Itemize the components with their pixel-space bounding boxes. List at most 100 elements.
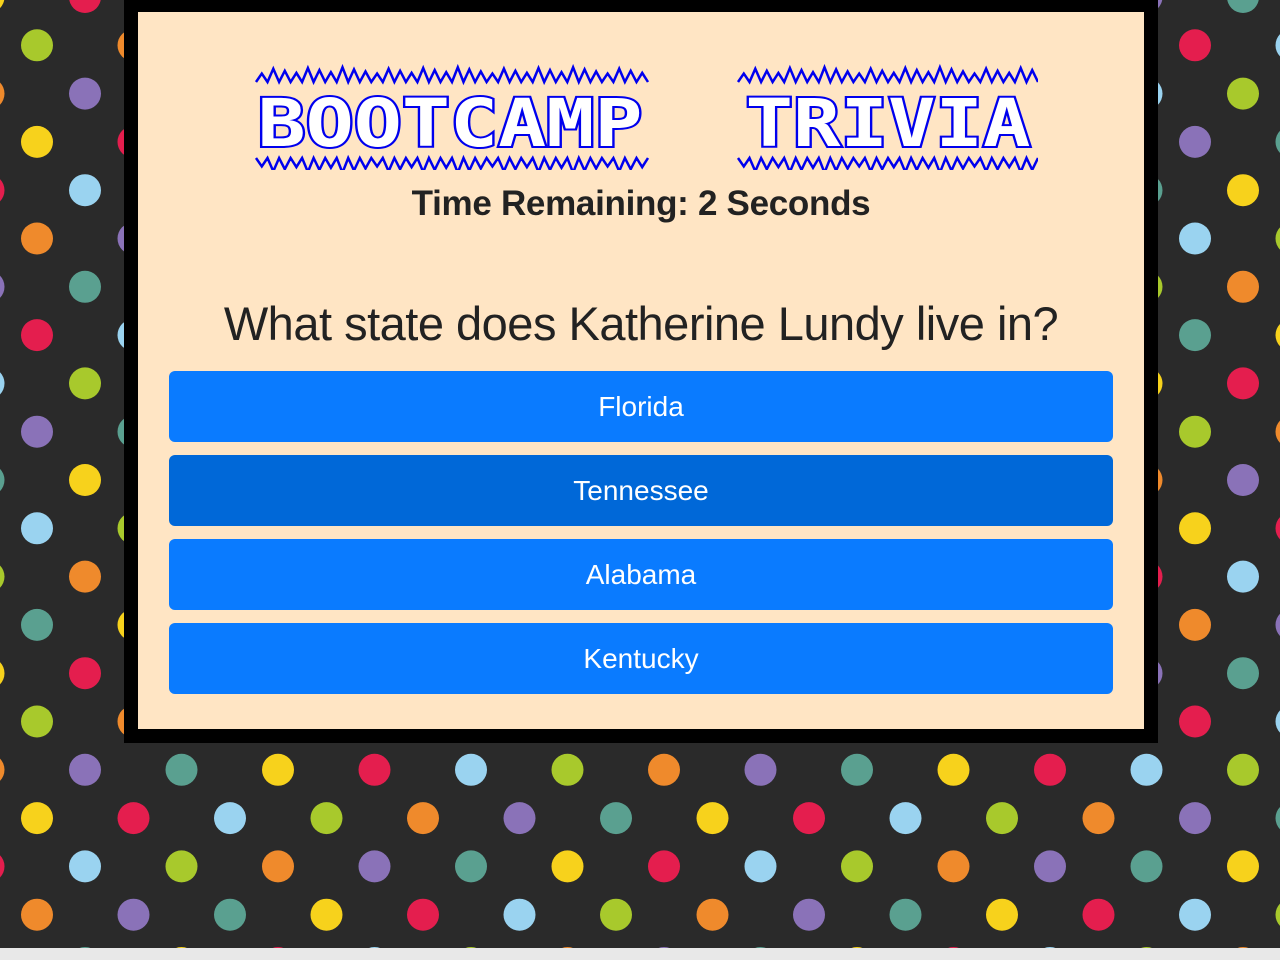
polka-dot <box>986 802 1018 835</box>
polka-dot <box>503 898 536 931</box>
polka-dot <box>0 82 5 105</box>
polka-dot <box>21 415 53 448</box>
polka-dot <box>0 662 5 685</box>
polka-dot <box>21 29 53 62</box>
polka-dot <box>1275 806 1280 830</box>
polka-dot <box>214 898 246 931</box>
polka-dot <box>1227 367 1259 400</box>
polka-dot <box>744 850 777 883</box>
polka-dot <box>889 802 922 835</box>
polka-dot <box>455 753 487 786</box>
polka-dot <box>0 468 5 492</box>
polka-dot <box>1275 420 1280 443</box>
answer-button-alabama[interactable]: Alabama <box>169 539 1113 610</box>
polka-dot <box>21 125 53 158</box>
polka-dot <box>648 753 680 786</box>
logo-word-trivia: TRIVIA <box>746 85 1031 162</box>
polka-dot <box>1034 850 1066 883</box>
polka-dot <box>0 275 5 298</box>
polka-dot <box>793 898 825 931</box>
polka-dot <box>793 802 825 835</box>
polka-dot <box>21 222 53 255</box>
polka-dot <box>1227 270 1259 303</box>
polka-dot <box>358 850 391 883</box>
polka-dot <box>744 753 777 786</box>
polka-dot <box>165 753 198 786</box>
polka-dot <box>1179 222 1211 255</box>
polka-dot <box>1179 608 1211 641</box>
polka-dot <box>21 608 53 641</box>
polka-dot <box>214 802 246 835</box>
polka-dot <box>21 512 53 545</box>
trivia-card: BOOTCAMP TRIVIA Time Remaining: 2 Second… <box>124 0 1158 743</box>
polka-dot <box>69 0 101 13</box>
polka-dot <box>21 802 53 835</box>
question-text: What state does Katherine Lundy live in? <box>223 297 1059 350</box>
polka-dot <box>0 758 5 781</box>
polka-dot <box>117 898 150 931</box>
polka-dot <box>262 753 294 786</box>
polka-dot <box>986 898 1018 931</box>
polka-dot <box>262 850 294 883</box>
polka-dot <box>1179 512 1211 545</box>
polka-dot <box>69 367 101 400</box>
polka-dot <box>1082 802 1115 835</box>
polka-dot <box>1275 613 1280 637</box>
polka-dot <box>1227 850 1259 883</box>
polka-dot <box>1275 34 1280 57</box>
polka-dot <box>1275 227 1280 250</box>
bootcamp-trivia-logo: BOOTCAMP TRIVIA <box>254 63 1038 170</box>
time-remaining: Time Remaining: 2 Seconds <box>411 184 871 223</box>
polka-dot <box>1179 125 1211 158</box>
answer-button-kentucky[interactable]: Kentucky <box>169 623 1113 694</box>
answer-button-tennessee[interactable]: Tennessee <box>169 455 1113 526</box>
polka-dot <box>1179 802 1211 835</box>
polka-dot <box>1275 517 1280 540</box>
polka-dot <box>1275 710 1280 733</box>
logo-spike-border <box>736 63 1038 86</box>
polka-dot <box>0 565 5 588</box>
polka-dot <box>21 898 53 931</box>
polka-dot <box>1082 898 1115 931</box>
polka-dot <box>455 850 487 883</box>
polka-dot <box>1179 705 1211 738</box>
bottom-scrollbar-strip <box>0 948 1280 960</box>
polka-dot <box>358 753 391 786</box>
polka-dot <box>1227 174 1259 207</box>
answer-list: Florida Tennessee Alabama Kentucky <box>169 371 1113 707</box>
polka-dot <box>503 802 536 835</box>
polka-dot <box>1227 753 1259 786</box>
polka-dot <box>21 319 53 352</box>
polka-dot <box>69 657 101 690</box>
polka-dot <box>841 753 873 786</box>
polka-dot <box>889 898 922 931</box>
polka-dot <box>600 898 632 931</box>
polka-dot <box>21 705 53 738</box>
polka-dot <box>551 753 584 786</box>
polka-dot <box>1227 77 1259 110</box>
polka-dot <box>310 802 343 835</box>
polka-dot <box>69 270 101 303</box>
polka-dot <box>407 802 439 835</box>
polka-dot <box>1227 560 1259 593</box>
polka-dot <box>1275 130 1280 154</box>
polka-dot <box>407 898 439 931</box>
polka-dot <box>69 174 101 207</box>
polka-dot <box>841 850 873 883</box>
logo-word-bootcamp: BOOTCAMP <box>258 85 643 162</box>
polka-dot <box>1179 898 1211 931</box>
polka-dot <box>69 850 101 883</box>
polka-dot <box>937 850 970 883</box>
polka-dot <box>1227 657 1259 690</box>
answer-button-florida[interactable]: Florida <box>169 371 1113 442</box>
polka-dot <box>310 898 343 931</box>
polka-dot <box>69 560 101 593</box>
polka-dot <box>117 802 150 835</box>
polka-dot <box>551 850 584 883</box>
polka-dot <box>1227 464 1259 496</box>
polka-dot <box>696 802 729 835</box>
polka-dot <box>0 179 5 202</box>
polka-dot <box>0 855 5 878</box>
logo-spike-border <box>254 63 650 86</box>
polka-dot <box>1130 850 1163 883</box>
